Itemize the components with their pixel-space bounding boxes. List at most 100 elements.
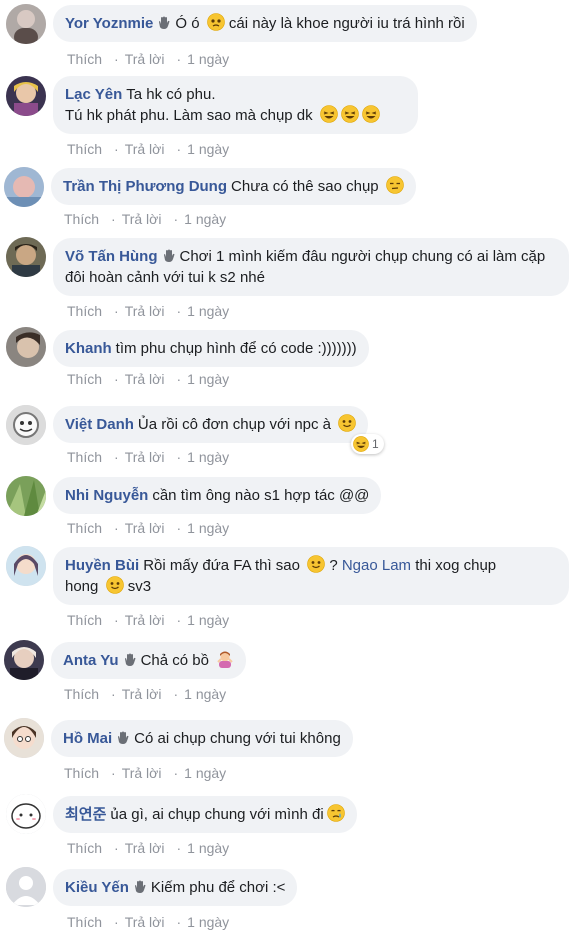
- timestamp[interactable]: 1 ngày: [187, 303, 229, 319]
- comment-text: Ủa rồi cô đơn chụp với npc à: [137, 416, 332, 433]
- commenter-name[interactable]: Yor Yoznmie: [65, 15, 153, 32]
- reply-link[interactable]: Trả lời: [125, 520, 165, 536]
- avatar[interactable]: [6, 546, 46, 586]
- comment-text: Chả có bồ: [140, 652, 209, 669]
- comment-actions: Thích · Trả lời · 1 ngày: [67, 141, 230, 157]
- comment-text: Rồi mấy đứa FA thì sao: [143, 557, 300, 574]
- timestamp[interactable]: 1 ngày: [187, 449, 229, 465]
- like-link[interactable]: Thích: [67, 520, 102, 536]
- comment-bubble: Kiều Yến Kiếm phu để chơi :<: [53, 869, 298, 906]
- comment-actions: Thích · Trả lời · 1 ngày: [64, 686, 227, 702]
- avatar[interactable]: [4, 167, 44, 207]
- comment-bubble: Việt Danh Ủa rồi cô đơn chụp với npc à: [53, 406, 369, 443]
- avatar[interactable]: [6, 237, 46, 277]
- reply-link[interactable]: Trả lời: [122, 211, 162, 227]
- like-link[interactable]: Thích: [67, 840, 102, 856]
- timestamp[interactable]: 1 ngày: [187, 612, 229, 628]
- haha-reaction-icon: [353, 436, 369, 452]
- avatar[interactable]: [4, 718, 44, 758]
- reply-link[interactable]: Trả lời: [125, 303, 165, 319]
- reply-link[interactable]: Trả lời: [125, 51, 165, 67]
- reaction-summary[interactable]: 1: [351, 434, 384, 454]
- comment-actions: Thích · Trả lời · 1 ngày: [67, 303, 230, 319]
- laughing-emoji: [320, 105, 338, 123]
- avatar[interactable]: [4, 640, 44, 680]
- like-link[interactable]: Thích: [67, 51, 102, 67]
- comment-bubble: Anta Yu Chả có bồ: [51, 642, 247, 679]
- comment-text: ủa gì, ai chụp chung với mình đi: [110, 806, 324, 823]
- comment-actions: Thích · Trả lời · 1 ngày: [64, 765, 227, 781]
- commenter-name[interactable]: Võ Tấn Hùng: [65, 248, 158, 265]
- comment-bubble: Nhi Nguyễn cần tìm ông nào s1 hợp tác @@: [53, 477, 382, 514]
- commenter-name[interactable]: Việt Danh: [65, 416, 134, 433]
- commenter-name[interactable]: Huyền Bùi: [65, 557, 139, 574]
- timestamp[interactable]: 1 ngày: [187, 141, 229, 157]
- top-fan-wave-icon: [123, 653, 137, 667]
- like-link[interactable]: Thích: [67, 141, 102, 157]
- comment-text: cần tìm ông nào s1 hợp tác @@: [152, 487, 370, 504]
- crying-emoji: [327, 804, 345, 822]
- comment-actions: Thích · Trả lời · 1 ngày: [67, 449, 230, 465]
- comment-actions: Thích · Trả lời · 1 ngày: [67, 840, 230, 856]
- like-link[interactable]: Thích: [64, 211, 99, 227]
- timestamp[interactable]: 1 ngày: [187, 840, 229, 856]
- timestamp[interactable]: 1 ngày: [187, 914, 229, 930]
- top-fan-wave-icon: [116, 731, 130, 745]
- avatar[interactable]: [6, 4, 46, 44]
- avatar[interactable]: [6, 794, 46, 834]
- avatar[interactable]: [6, 867, 46, 907]
- reply-link[interactable]: Trả lời: [125, 612, 165, 628]
- reply-link[interactable]: Trả lời: [125, 141, 165, 157]
- commenter-name[interactable]: Kiều Yến: [65, 879, 129, 896]
- reply-link[interactable]: Trả lời: [125, 840, 165, 856]
- timestamp[interactable]: 1 ngày: [187, 51, 229, 67]
- reaction-count: 1: [372, 437, 379, 451]
- laughing-emoji: [341, 105, 359, 123]
- smile-emoji: [338, 414, 356, 432]
- comment-bubble: Yor Yoznmie Ó ó cái này là khoe người iu …: [53, 5, 477, 42]
- commenter-name[interactable]: Anta Yu: [63, 652, 119, 669]
- reply-link[interactable]: Trả lời: [125, 914, 165, 930]
- timestamp[interactable]: 1 ngày: [184, 765, 226, 781]
- like-link[interactable]: Thích: [67, 612, 102, 628]
- like-link[interactable]: Thích: [64, 765, 99, 781]
- reply-link[interactable]: Trả lời: [122, 765, 162, 781]
- commenter-name[interactable]: Khanh: [65, 340, 112, 357]
- top-fan-wave-icon: [133, 880, 147, 894]
- comment-text-2: Tú hk phát phu. Làm sao mà chụp dk: [65, 107, 313, 124]
- reply-link[interactable]: Trả lời: [122, 686, 162, 702]
- comment-text: Chưa có thê sao chụp: [231, 178, 379, 195]
- comment-actions: Thích · Trả lời · 1 ngày: [67, 371, 230, 387]
- top-fan-wave-icon: [157, 16, 171, 30]
- commenter-name[interactable]: 최연준: [65, 806, 106, 823]
- avatar[interactable]: [6, 76, 46, 116]
- sad-face-emoji: [207, 13, 225, 31]
- mention-link[interactable]: Ngao Lam: [342, 557, 411, 574]
- like-link[interactable]: Thích: [67, 914, 102, 930]
- comment-bubble: Huyền Bùi Rồi mấy đứa FA thì sao ? Ngao L…: [53, 547, 569, 605]
- avatar[interactable]: [6, 405, 46, 445]
- avatar[interactable]: [6, 327, 46, 367]
- commenter-name[interactable]: Nhi Nguyễn: [65, 487, 148, 504]
- like-link[interactable]: Thích: [67, 371, 102, 387]
- comment-text-2: cái này là khoe người iu trá hình rồi: [228, 15, 465, 32]
- timestamp[interactable]: 1 ngày: [187, 520, 229, 536]
- reply-link[interactable]: Trả lời: [125, 449, 165, 465]
- unamused-emoji: [386, 176, 404, 194]
- comment-actions: Thích · Trả lời · 1 ngày: [67, 914, 230, 930]
- comment-bubble: Khanh tìm phu chụp hình để có code :)))))…: [53, 330, 369, 367]
- like-link[interactable]: Thích: [67, 303, 102, 319]
- comment-text: Ta hk có phu.: [126, 86, 216, 103]
- comment-bubble: Trần Thị Phương Dung Chưa có thê sao chụp: [51, 168, 416, 205]
- commenter-name[interactable]: Lạc Yên: [65, 86, 122, 103]
- commenter-name[interactable]: Trần Thị Phương Dung: [63, 178, 227, 195]
- like-link[interactable]: Thích: [64, 686, 99, 702]
- timestamp[interactable]: 1 ngày: [184, 686, 226, 702]
- comment-actions: Thích · Trả lời · 1 ngày: [67, 520, 230, 536]
- timestamp[interactable]: 1 ngày: [184, 211, 226, 227]
- timestamp[interactable]: 1 ngày: [187, 371, 229, 387]
- avatar[interactable]: [6, 476, 46, 516]
- like-link[interactable]: Thích: [67, 449, 102, 465]
- reply-link[interactable]: Trả lời: [125, 371, 165, 387]
- commenter-name[interactable]: Hồ Mai: [63, 730, 112, 747]
